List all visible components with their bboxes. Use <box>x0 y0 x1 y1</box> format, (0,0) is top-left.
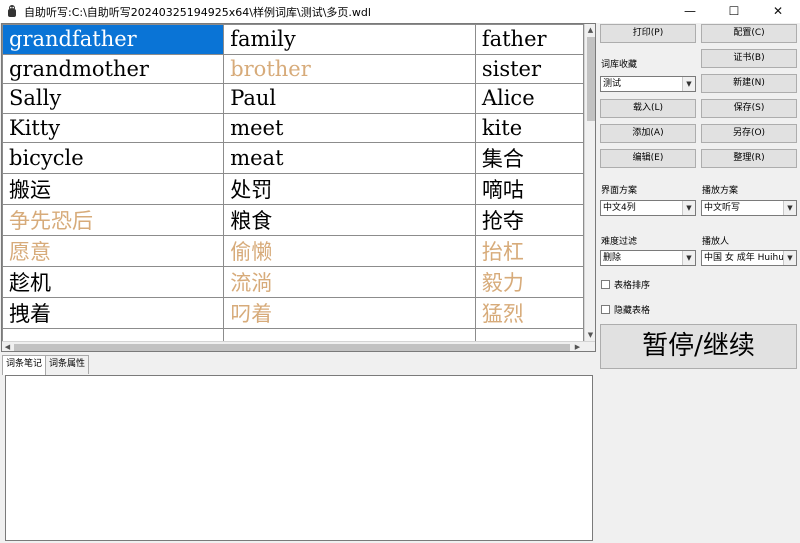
word-cell[interactable]: 叼着 <box>223 297 476 330</box>
library-select-value: 测试 <box>603 79 622 89</box>
word-cell[interactable]: bicycle <box>2 142 225 175</box>
table-row: Sally Paul Alice <box>2 83 584 114</box>
table-row: 愿意 偷懒 抬杠 <box>2 235 584 268</box>
chevron-down-icon: ▼ <box>783 251 796 265</box>
chevron-down-icon: ▼ <box>682 251 695 265</box>
notes-textarea[interactable] <box>5 375 593 541</box>
word-cell[interactable]: 拽着 <box>2 297 225 330</box>
word-table: grandfather family father grandmother br… <box>2 24 584 341</box>
minimize-button[interactable]: — <box>668 0 712 23</box>
window-title: 自助听写:C:\自助听写20240325194925x64\样例词库\测试\多页… <box>24 6 371 19</box>
word-cell[interactable]: grandfather <box>2 24 225 55</box>
word-cell[interactable]: 猛烈 <box>474 297 584 330</box>
word-cell[interactable]: Paul <box>223 83 476 114</box>
word-cell[interactable] <box>2 328 225 341</box>
scroll-up-icon[interactable]: ▲ <box>585 25 595 35</box>
vertical-scrollbar[interactable]: ▲ ▼ <box>584 24 595 341</box>
add-button[interactable]: 添加(A) <box>600 124 696 143</box>
table-row: 搬运 处罚 嘀咕 <box>2 173 584 206</box>
word-grid-viewport: grandfather family father grandmother br… <box>2 24 584 341</box>
maximize-button[interactable]: ☐ <box>712 0 756 23</box>
tab-entry-properties[interactable]: 词条属性 <box>45 355 90 374</box>
speaker-label: 播放人 <box>702 237 730 247</box>
word-cell[interactable]: 争先恐后 <box>2 204 225 237</box>
word-cell[interactable]: 搬运 <box>2 173 225 206</box>
title-bar: 自助听写:C:\自助听写20240325194925x64\样例词库\测试\多页… <box>0 0 800 23</box>
hide-table-label: 隐藏表格 <box>614 306 651 316</box>
close-button[interactable]: ✕ <box>756 0 800 23</box>
word-cell[interactable]: father <box>474 24 584 55</box>
pause-resume-button[interactable]: 暂停/继续 <box>600 324 797 369</box>
scroll-right-icon[interactable]: ▶ <box>572 342 583 351</box>
table-row: grandfather family father <box>2 24 584 55</box>
word-cell[interactable]: 抢夺 <box>474 204 584 237</box>
table-row: Kitty meet kite <box>2 112 584 144</box>
ui-scheme-label: 界面方案 <box>601 186 638 196</box>
table-row: 争先恐后 粮食 抢夺 <box>2 204 584 237</box>
chevron-down-icon: ▼ <box>682 201 695 215</box>
play-scheme-select-value: 中文听写 <box>704 203 741 213</box>
difficulty-select[interactable]: 删除 ▼ <box>600 250 696 266</box>
word-cell[interactable] <box>223 328 476 341</box>
library-select[interactable]: 测试 ▼ <box>600 76 696 92</box>
organize-button[interactable]: 整理(R) <box>701 149 797 168</box>
word-cell[interactable]: meat <box>223 142 476 175</box>
load-button[interactable]: 载入(L) <box>600 99 696 118</box>
speaker-select[interactable]: 中国 女 成年 Huihu ▼ <box>701 250 797 266</box>
chevron-down-icon: ▼ <box>682 77 695 91</box>
word-grid-panel: grandfather family father grandmother br… <box>1 23 596 352</box>
table-row: grandmother brother sister <box>2 53 584 85</box>
hide-table-checkbox[interactable] <box>601 305 610 314</box>
word-cell[interactable]: meet <box>223 112 476 144</box>
sort-table-checkbox[interactable] <box>601 280 610 289</box>
library-label: 词库收藏 <box>601 60 638 70</box>
word-cell[interactable] <box>474 328 584 341</box>
word-cell[interactable]: kite <box>474 112 584 144</box>
ui-scheme-select-value: 中文4列 <box>603 203 636 213</box>
scroll-left-icon[interactable]: ◀ <box>2 342 13 351</box>
word-cell[interactable]: grandmother <box>2 53 225 85</box>
tab-entry-notes[interactable]: 词条笔记 <box>2 355 47 375</box>
word-cell[interactable]: Alice <box>474 83 584 114</box>
vertical-scroll-thumb[interactable] <box>587 37 595 121</box>
word-cell[interactable]: 趁机 <box>2 266 225 299</box>
ui-scheme-select[interactable]: 中文4列 ▼ <box>600 200 696 216</box>
certificate-button[interactable]: 证书(B) <box>701 49 797 68</box>
scroll-down-icon[interactable]: ▼ <box>585 330 595 340</box>
word-cell[interactable]: family <box>223 24 476 55</box>
speaker-select-value: 中国 女 成年 Huihu <box>704 253 784 263</box>
sort-table-label: 表格排序 <box>614 281 651 291</box>
play-scheme-label: 播放方案 <box>702 186 739 196</box>
new-button[interactable]: 新建(N) <box>701 74 797 93</box>
word-cell[interactable]: 粮食 <box>223 204 476 237</box>
word-cell[interactable]: 毅力 <box>474 266 584 299</box>
horizontal-scroll-thumb[interactable] <box>14 344 570 351</box>
word-cell[interactable]: Kitty <box>2 112 225 144</box>
difficulty-label: 难度过滤 <box>601 237 638 247</box>
word-cell[interactable]: 愿意 <box>2 235 225 268</box>
play-scheme-select[interactable]: 中文听写 ▼ <box>701 200 797 216</box>
table-row: 拽着 叼着 猛烈 <box>2 297 584 330</box>
table-row: bicycle meat 集合 <box>2 142 584 175</box>
save-button[interactable]: 保存(S) <box>701 99 797 118</box>
table-row <box>2 328 584 341</box>
word-cell[interactable]: sister <box>474 53 584 85</box>
word-cell[interactable]: 嘀咕 <box>474 173 584 206</box>
config-button[interactable]: 配置(C) <box>701 24 797 43</box>
edit-button[interactable]: 编辑(E) <box>600 149 696 168</box>
word-cell[interactable]: brother <box>223 53 476 85</box>
word-cell[interactable]: 集合 <box>474 142 584 175</box>
word-cell[interactable]: 流淌 <box>223 266 476 299</box>
difficulty-select-value: 删除 <box>603 253 622 263</box>
app-icon <box>8 5 16 17</box>
save-as-button[interactable]: 另存(O) <box>701 124 797 143</box>
horizontal-scrollbar[interactable]: ◀ ▶ <box>2 341 595 351</box>
print-button[interactable]: 打印(P) <box>600 24 696 43</box>
word-cell[interactable]: 偷懒 <box>223 235 476 268</box>
chevron-down-icon: ▼ <box>783 201 796 215</box>
word-cell[interactable]: 抬杠 <box>474 235 584 268</box>
word-cell[interactable]: Sally <box>2 83 225 114</box>
table-row: 趁机 流淌 毅力 <box>2 266 584 299</box>
word-cell[interactable]: 处罚 <box>223 173 476 206</box>
